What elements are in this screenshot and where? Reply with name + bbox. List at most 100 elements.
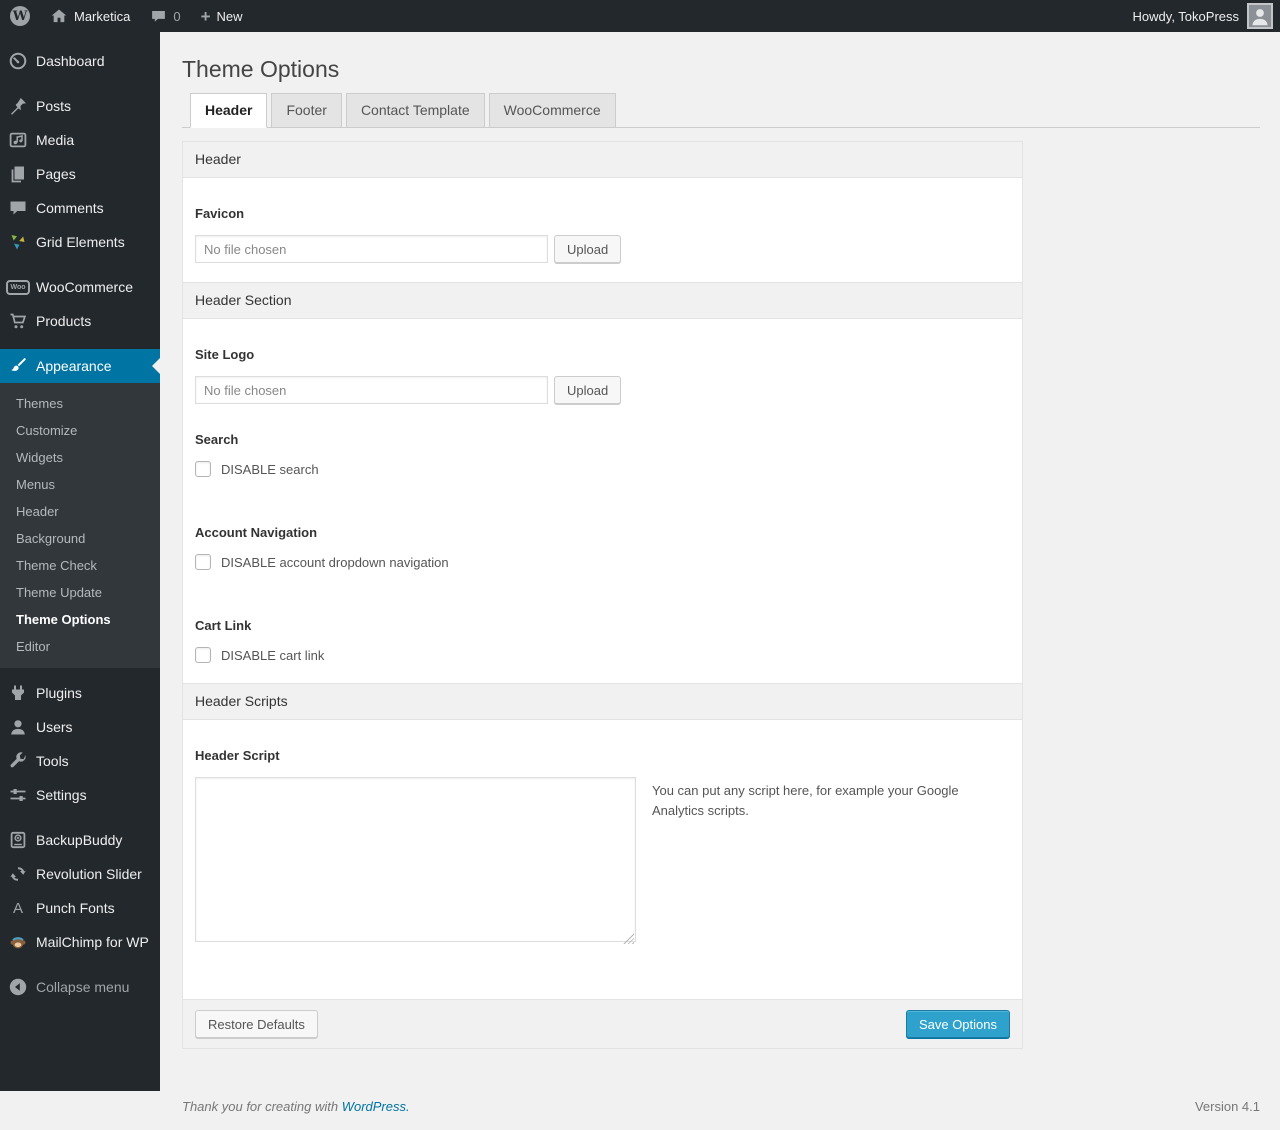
disable-search-row[interactable]: DISABLE search xyxy=(195,461,1010,477)
site-logo-file-input[interactable] xyxy=(195,376,548,404)
restore-defaults-button[interactable]: Restore Defaults xyxy=(195,1010,318,1038)
section-header-scripts: Header Scripts xyxy=(183,683,1022,720)
sidebar-subitem-theme-options[interactable]: Theme Options xyxy=(0,606,160,633)
section-header-section: Header Section xyxy=(183,282,1022,319)
disable-search-checkbox[interactable] xyxy=(195,461,211,477)
dashboard-icon xyxy=(8,51,28,71)
admin-bar-right: Howdy, TokoPress xyxy=(1133,3,1280,29)
sidebar-item-punch-fonts[interactable]: A Punch Fonts xyxy=(0,891,160,925)
section-header: Header xyxy=(183,142,1022,178)
admin-bar: W Marketica 0 + New Howdy, TokoPress xyxy=(0,0,1280,32)
sidebar-item-woocommerce[interactable]: Woo WooCommerce xyxy=(0,270,160,304)
sidebar-subitem-editor[interactable]: Editor xyxy=(0,633,160,660)
menu-separator xyxy=(0,668,160,676)
comment-count: 0 xyxy=(173,9,180,24)
menu-separator xyxy=(0,959,160,970)
sidebar-item-tools[interactable]: Tools xyxy=(0,744,160,778)
revolution-slider-icon xyxy=(8,864,28,884)
disable-cart-link-checkbox[interactable] xyxy=(195,647,211,663)
sidebar-subitem-customize[interactable]: Customize xyxy=(0,417,160,444)
sidebar-subitem-theme-update[interactable]: Theme Update xyxy=(0,579,160,606)
settings-icon xyxy=(8,785,28,805)
sidebar-item-label: Posts xyxy=(36,97,71,115)
howdy-label[interactable]: Howdy, TokoPress xyxy=(1133,9,1239,24)
tab-woocommerce[interactable]: WooCommerce xyxy=(489,93,616,127)
user-avatar[interactable] xyxy=(1247,3,1273,29)
sidebar-item-products[interactable]: Products xyxy=(0,304,160,338)
site-name-label: Marketica xyxy=(74,9,130,24)
panel-footer-bar: Restore Defaults Save Options xyxy=(183,999,1022,1048)
tab-footer[interactable]: Footer xyxy=(271,93,341,127)
wordpress-link[interactable]: WordPress. xyxy=(342,1099,410,1114)
disable-cart-link-label: DISABLE cart link xyxy=(221,648,324,663)
header-script-label: Header Script xyxy=(195,748,1010,763)
footer-thanks-text: Thank you for creating with WordPress. xyxy=(182,1099,410,1114)
sidebar-item-label: Dashboard xyxy=(36,52,105,70)
sidebar-item-posts[interactable]: Posts xyxy=(0,89,160,123)
collapse-menu-label: Collapse menu xyxy=(36,978,129,996)
sidebar-item-label: Settings xyxy=(36,786,87,804)
sidebar-subitem-theme-check[interactable]: Theme Check xyxy=(0,552,160,579)
sidebar-item-label: BackupBuddy xyxy=(36,831,122,849)
sidebar-item-comments[interactable]: Comments xyxy=(0,191,160,225)
comments-menu[interactable]: 0 xyxy=(140,0,190,32)
sidebar-item-media[interactable]: Media xyxy=(0,123,160,157)
sidebar-item-label: Appearance xyxy=(36,357,112,375)
thanks-prefix: Thank you for creating with xyxy=(182,1099,342,1114)
appearance-submenu: Themes Customize Widgets Menus Header Ba… xyxy=(0,383,160,668)
sidebar-item-plugins[interactable]: Plugins xyxy=(0,676,160,710)
sidebar-item-label: WooCommerce xyxy=(36,278,133,296)
wordpress-logo-menu[interactable]: W xyxy=(0,0,40,32)
sidebar-item-users[interactable]: Users xyxy=(0,710,160,744)
new-content-menu[interactable]: + New xyxy=(191,0,253,32)
sidebar-subitem-widgets[interactable]: Widgets xyxy=(0,444,160,471)
woocommerce-icon: Woo xyxy=(8,277,28,297)
favicon-upload-button[interactable]: Upload xyxy=(554,235,621,263)
wordpress-logo-icon: W xyxy=(10,6,30,26)
menu-separator xyxy=(0,78,160,89)
collapse-menu-button[interactable]: Collapse menu xyxy=(0,970,160,1004)
sidebar-item-mailchimp[interactable]: MailChimp for WP xyxy=(0,925,160,959)
favicon-file-input[interactable] xyxy=(195,235,548,263)
collapse-icon xyxy=(8,977,28,997)
tab-bar: HeaderFooterContact TemplateWooCommerce xyxy=(182,93,1260,128)
comments-icon xyxy=(8,198,28,218)
home-icon xyxy=(50,7,68,25)
sidebar-item-settings[interactable]: Settings xyxy=(0,778,160,812)
brush-icon xyxy=(8,356,28,376)
media-icon xyxy=(8,130,28,150)
backup-icon xyxy=(8,830,28,850)
comment-bubble-icon xyxy=(150,8,167,25)
sidebar-subitem-header[interactable]: Header xyxy=(0,498,160,525)
site-name-menu[interactable]: Marketica xyxy=(40,0,140,32)
sidebar-subitem-background[interactable]: Background xyxy=(0,525,160,552)
header-script-row: You can put any script here, for example… xyxy=(183,777,1022,947)
sidebar-item-appearance[interactable]: Appearance xyxy=(0,349,160,383)
sidebar-item-label: Comments xyxy=(36,199,104,217)
fonts-icon: A xyxy=(8,898,28,918)
disable-account-nav-row[interactable]: DISABLE account dropdown navigation xyxy=(195,554,1010,570)
sidebar-subitem-menus[interactable]: Menus xyxy=(0,471,160,498)
wrench-icon xyxy=(8,751,28,771)
plugin-icon xyxy=(8,683,28,703)
disable-account-nav-label: DISABLE account dropdown navigation xyxy=(221,555,449,570)
site-logo-upload-button[interactable]: Upload xyxy=(554,376,621,404)
sidebar-subitem-themes[interactable]: Themes xyxy=(0,390,160,417)
sidebar-item-backupbuddy[interactable]: BackupBuddy xyxy=(0,823,160,857)
sidebar-item-revolution-slider[interactable]: Revolution Slider xyxy=(0,857,160,891)
sidebar-item-grid-elements[interactable]: Grid Elements xyxy=(0,225,160,259)
disable-account-nav-checkbox[interactable] xyxy=(195,554,211,570)
site-logo-label: Site Logo xyxy=(195,347,1010,362)
tab-contact-template[interactable]: Contact Template xyxy=(346,93,485,127)
account-navigation-label: Account Navigation xyxy=(195,525,1010,540)
admin-footer: Thank you for creating with WordPress. V… xyxy=(182,1099,1260,1130)
sidebar-item-dashboard[interactable]: Dashboard xyxy=(0,44,160,78)
header-script-textarea[interactable] xyxy=(195,777,636,942)
save-options-button[interactable]: Save Options xyxy=(906,1010,1010,1038)
tab-header[interactable]: Header xyxy=(190,93,267,128)
menu-separator xyxy=(0,259,160,270)
disable-cart-link-row[interactable]: DISABLE cart link xyxy=(195,647,1010,663)
search-label: Search xyxy=(195,432,1010,447)
sidebar-item-pages[interactable]: Pages xyxy=(0,157,160,191)
sidebar-item-label: Media xyxy=(36,131,74,149)
